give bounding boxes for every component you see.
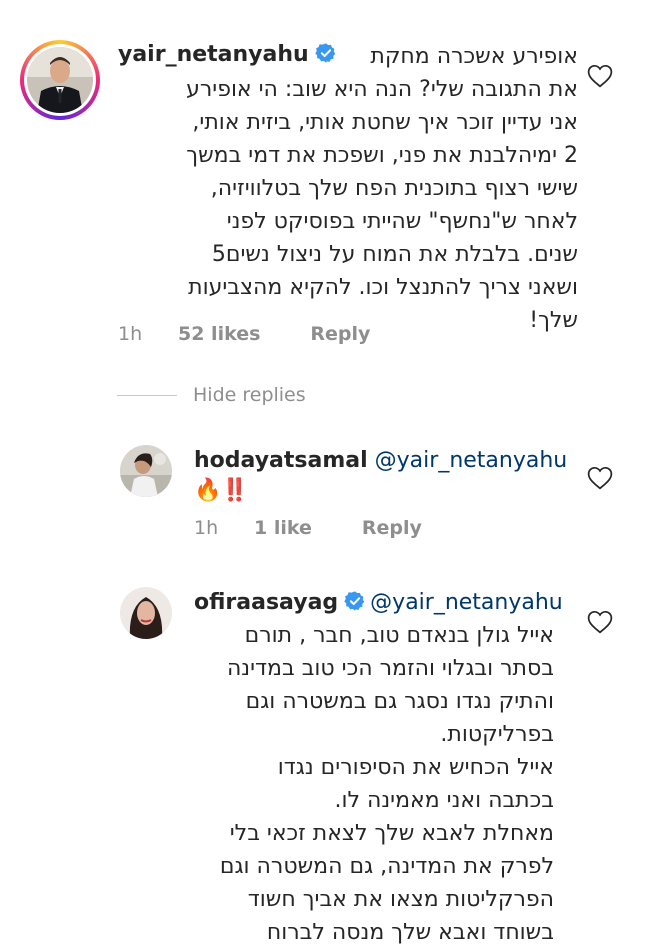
reply-line: אייל גולן בנאדם טוב, חבר , תורם: [244, 623, 554, 648]
verified-badge-icon: [344, 591, 365, 611]
avatar[interactable]: [120, 445, 172, 497]
avatar[interactable]: [27, 47, 93, 113]
likes-count[interactable]: 52 likes: [178, 323, 260, 345]
like-heart-icon[interactable]: [587, 466, 613, 490]
reply-line: בשוחד ואבא שלך מנסה לברוח: [266, 920, 554, 945]
like-heart-icon[interactable]: [587, 610, 613, 634]
hide-replies-label: Hide replies: [193, 384, 306, 406]
reply-meta: 1h 1 like Reply: [194, 514, 422, 542]
reply-text: 🔥‼️: [194, 478, 249, 503]
reply-line: והתיק נגדו נסגר גם במשטרה וגם: [245, 689, 554, 714]
comment-line: לאחר ש"נחשף" שהייתי בפוסיקט לפני: [226, 209, 578, 234]
comment-line: 2 ימיהלבנת את פני, ושפכת את דמי במשך: [186, 143, 578, 168]
comment-meta: 1h 52 likes Reply: [118, 320, 370, 348]
comment: yair_netanyahu אופירע אשכרה מחקת את התגו…: [0, 0, 650, 360]
reply-line: הפרקליטות מצאו את אביך חשוד: [247, 887, 554, 912]
avatar-image: [120, 445, 172, 497]
comment-line: אופירע אשכרה מחקת: [370, 44, 578, 69]
avatar[interactable]: [120, 587, 172, 639]
reply-line: בסתר ובגלוי והזמר הכי טוב במדינה: [226, 656, 554, 681]
likes-count[interactable]: 1 like: [254, 517, 312, 539]
divider: [117, 394, 177, 396]
reply-line: בפרליקטות.: [440, 722, 554, 747]
reply-header: hodayatsamal @yair_netanyahu: [194, 446, 567, 476]
avatar-image: [27, 47, 93, 113]
comment-line: שישי רצוף בתוכנית הפח שלך בטלוויזיה,: [210, 176, 578, 201]
reply-line: מאחלת לאבא שלך לצאת זכאי בלי: [229, 821, 554, 846]
comment-line: שנים. בלבלת את המוח על ניצול נשים5: [211, 242, 578, 267]
reply-text: אייל גולן בנאדם טוב, חבר , תורם בסתר ובג…: [184, 619, 554, 949]
comment-line: את התגובה שלי? הנה היא שוב: הי אופירע: [186, 77, 578, 102]
timestamp: 1h: [118, 323, 143, 345]
comment-text: אופירע אשכרה מחקת את התגובה שלי? הנה היא…: [118, 40, 578, 337]
reply-button[interactable]: Reply: [310, 323, 370, 345]
timestamp: 1h: [194, 517, 219, 539]
username[interactable]: ofiraasayag: [194, 590, 338, 615]
reply-line: אייל הכחיש את הסיפורים נגדו: [277, 755, 554, 780]
avatar-image: [120, 587, 172, 639]
username[interactable]: hodayatsamal: [194, 448, 368, 473]
comment-line: אני עדיין זוכר איך שחטת אותי, ביזית אותי…: [192, 110, 578, 135]
reply-line: לפרק את המדינה, גם המשטרה וגם: [219, 854, 554, 879]
comment-line: ושאני צריך להתנצל וכו. להקיא מהצביעות: [188, 275, 578, 300]
reply-line: בכתבה ואני מאמינה לו.: [334, 788, 555, 813]
mention-link[interactable]: @yair_netanyahu: [370, 590, 563, 615]
reply: ofiraasayag @yair_netanyahu אייל גולן בנא…: [0, 575, 650, 945]
reply: hodayatsamal @yair_netanyahu 🔥‼️ 1h 1 li…: [0, 430, 650, 550]
hide-replies-button[interactable]: Hide replies: [117, 380, 306, 410]
mention-link[interactable]: @yair_netanyahu: [375, 448, 568, 473]
reply-header: ofiraasayag @yair_netanyahu: [194, 588, 563, 618]
reply-button[interactable]: Reply: [362, 517, 422, 539]
like-heart-icon[interactable]: [587, 64, 613, 88]
